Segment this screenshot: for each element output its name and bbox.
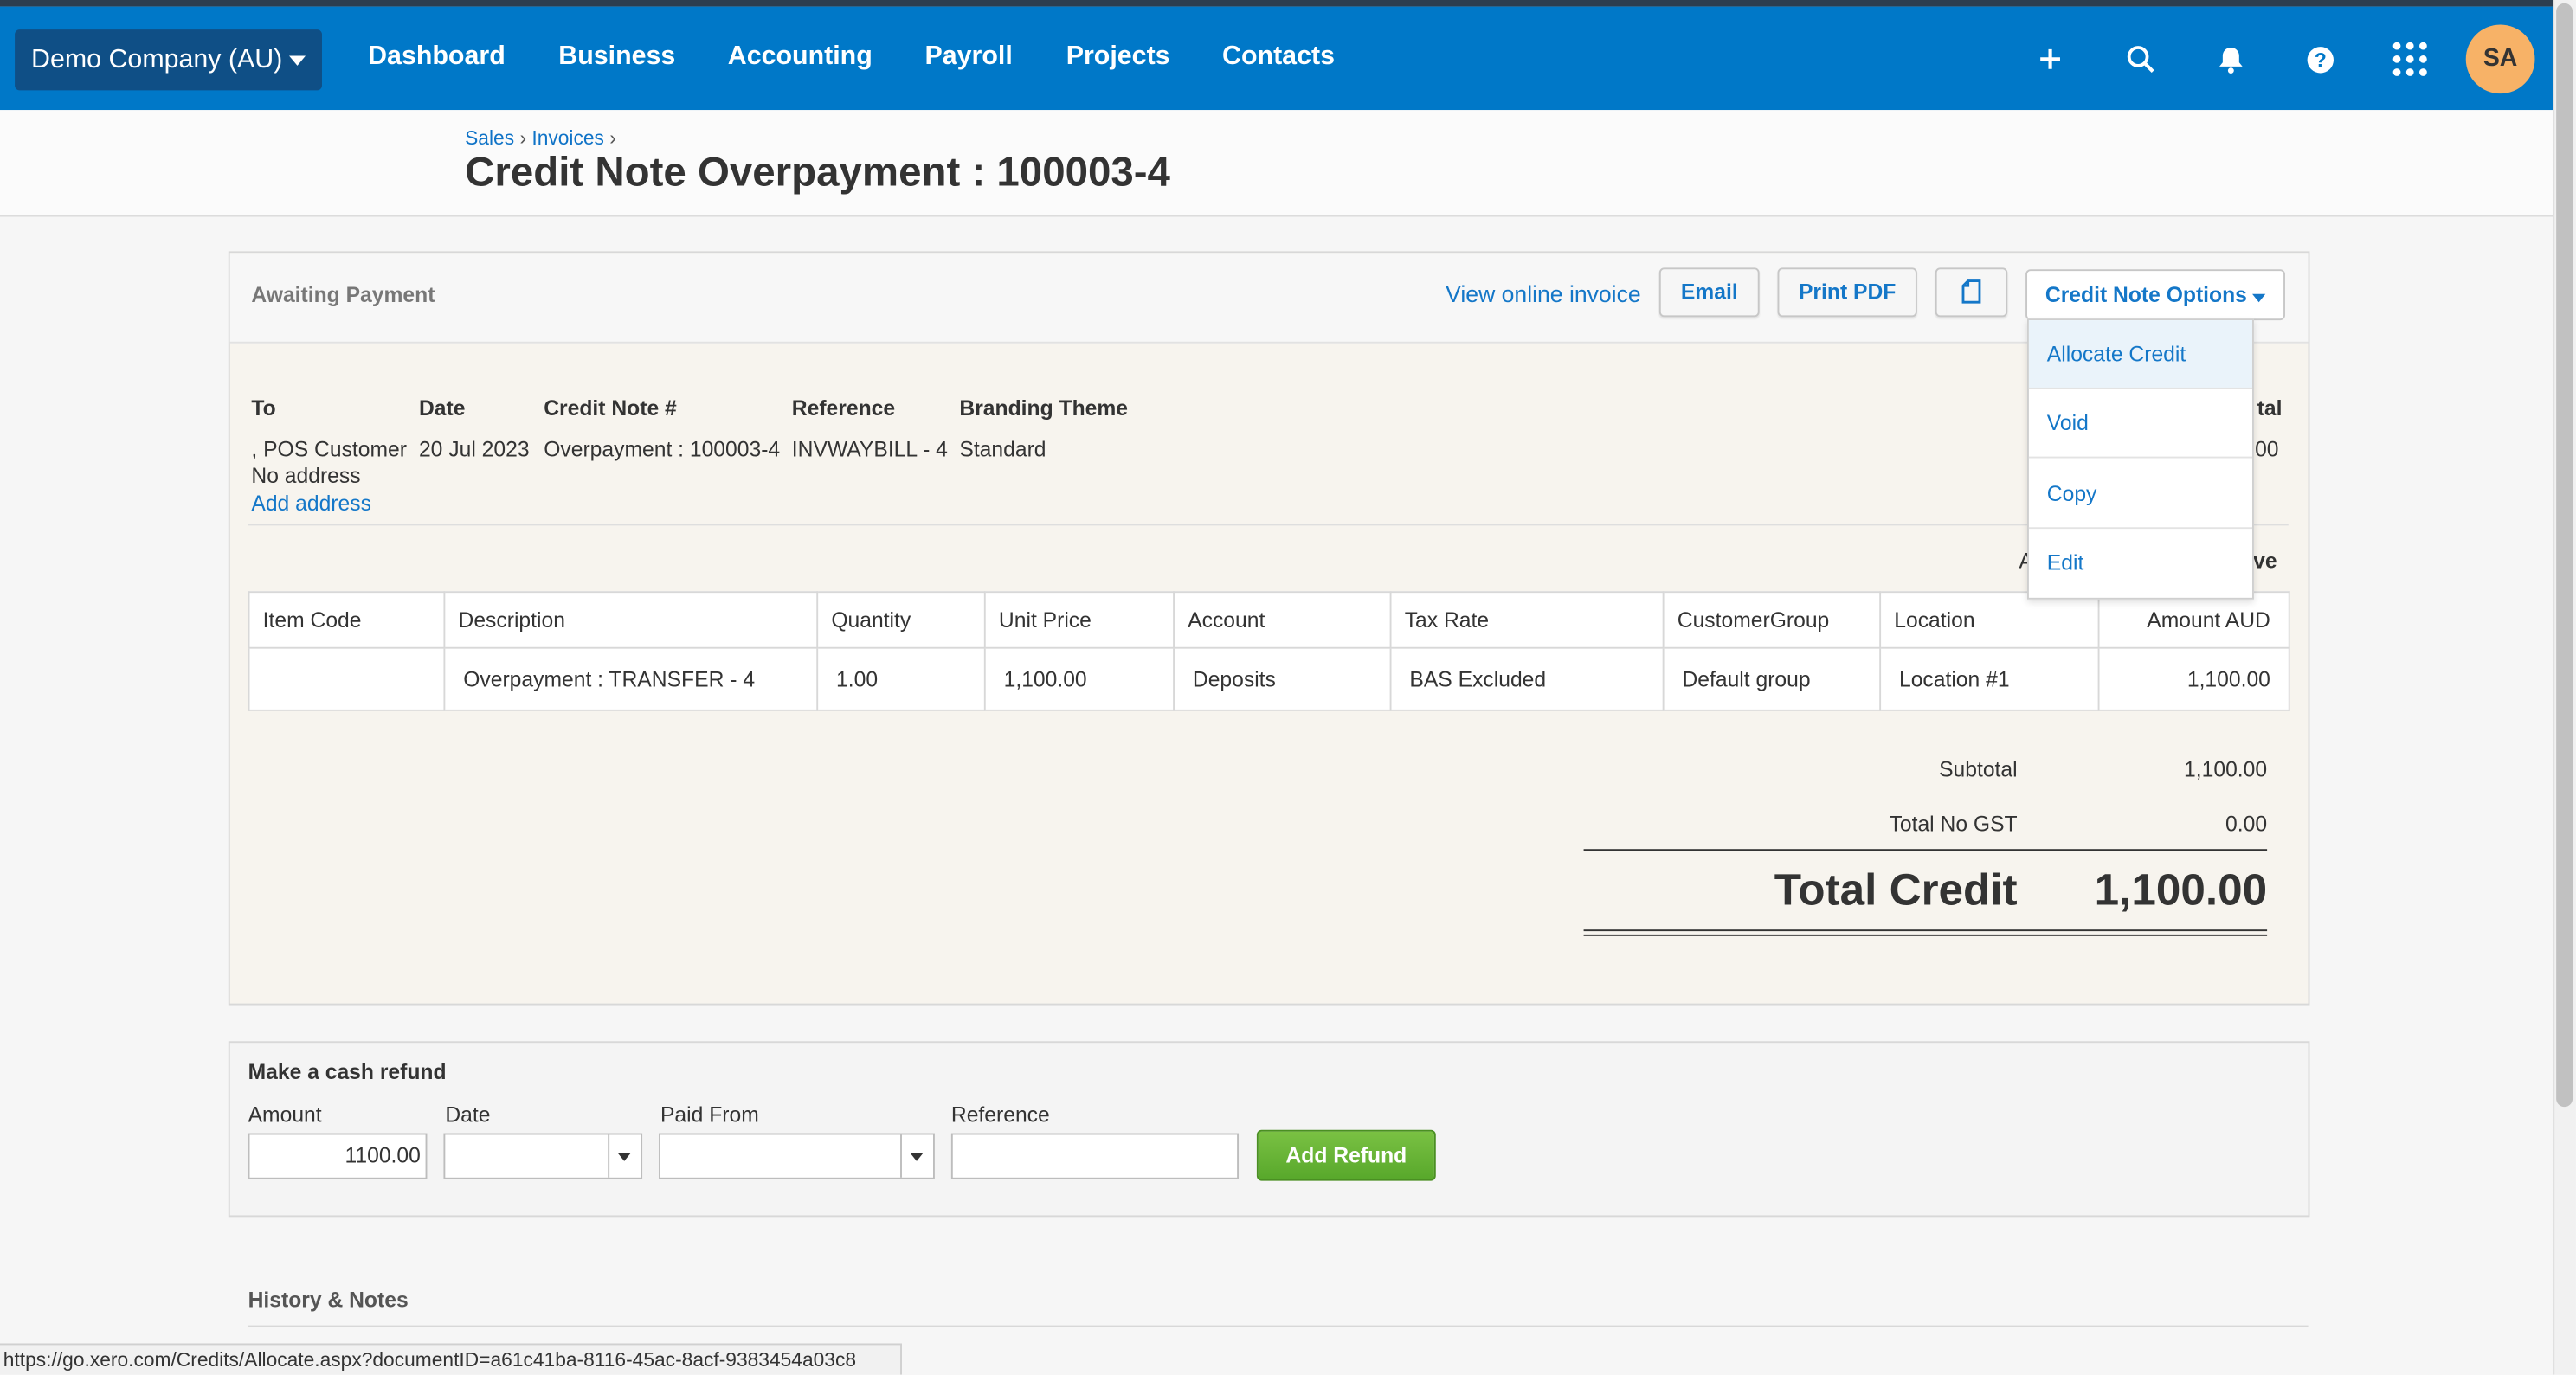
amount-label: Amount [248, 1102, 322, 1127]
location-cell[interactable]: Location #1 [1879, 646, 2100, 711]
top-stripe [0, 0, 2553, 7]
help-icon[interactable]: ? [2295, 35, 2344, 84]
reference-label: Reference [950, 1102, 1050, 1127]
branding-theme-label: Branding Theme [959, 395, 1129, 421]
quantity-cell[interactable]: 1.00 [816, 646, 986, 711]
email-button[interactable]: Email [1658, 267, 1760, 318]
chevron-down-icon [289, 55, 306, 66]
breadcrumb-separator: › [519, 126, 527, 150]
account-cell[interactable]: Deposits [1173, 646, 1392, 711]
credit-note-options-menu: Allocate Credit Void Copy Edit [2027, 318, 2254, 600]
menu-item-edit[interactable]: Edit [2029, 529, 2252, 598]
organisation-name: Demo Company (AU) [31, 46, 283, 74]
search-icon[interactable] [2116, 35, 2165, 84]
total-label-partial: tal [2257, 395, 2283, 421]
no-address-text: No address [251, 463, 361, 488]
nav-business[interactable]: Business [558, 42, 675, 72]
credit-note-number-value: Overpayment : 100003-4 [544, 436, 781, 462]
column-header: CustomerGroup [1662, 591, 1882, 649]
chevron-down-icon[interactable] [900, 1134, 933, 1178]
reference-label: Reference [791, 395, 896, 421]
amount-input[interactable]: 1100.00 [248, 1133, 428, 1179]
credit-note-number-label: Credit Note # [544, 395, 677, 421]
divider [248, 524, 2289, 526]
amount-cell[interactable]: 1,100.00 [2097, 646, 2290, 711]
date-label: Date [418, 395, 466, 421]
total-no-gst-value: 0.00 [2225, 811, 2268, 837]
subtotal-value: 1,100.00 [2184, 756, 2268, 782]
top-navbar: Demo Company (AU) Dashboard Business Acc… [0, 6, 2553, 111]
view-online-invoice-link[interactable]: View online invoice [1446, 281, 1641, 307]
plus-icon[interactable] [2025, 35, 2075, 84]
nav-dashboard[interactable]: Dashboard [368, 42, 506, 72]
column-header: Unit Price [983, 591, 1175, 649]
breadcrumb-separator: › [609, 126, 616, 150]
organisation-switcher[interactable]: Demo Company (AU) [15, 29, 322, 91]
credit-note-options-label: Credit Note Options [2045, 282, 2247, 307]
table-header-row: Item Code Description Quantity Unit Pric… [248, 591, 2290, 649]
user-avatar[interactable]: SA [2465, 24, 2535, 94]
line-items-table: Item Code Description Quantity Unit Pric… [248, 591, 2290, 711]
table-row[interactable]: Overpayment : TRANSFER - 4 1.00 1,100.00… [248, 646, 2290, 711]
tax-rate-cell[interactable]: BAS Excluded [1389, 646, 1665, 711]
breadcrumb-invoices[interactable]: Invoices [531, 126, 604, 150]
contact-link[interactable]: , POS Customer [251, 437, 407, 461]
menu-item-allocate-credit[interactable]: Allocate Credit [2028, 320, 2253, 389]
customer-group-cell[interactable]: Default group [1662, 646, 1882, 711]
unit-price-cell[interactable]: 1,100.00 [983, 646, 1175, 711]
totals-rule [1583, 849, 2268, 851]
chevron-down-icon[interactable] [608, 1134, 641, 1178]
nav-accounting[interactable]: Accounting [728, 42, 873, 72]
bell-icon[interactable] [2206, 35, 2256, 84]
menu-item-copy[interactable]: Copy [2028, 459, 2253, 530]
add-refund-button[interactable]: Add Refund [1256, 1129, 1436, 1181]
chevron-down-icon [2252, 293, 2266, 303]
column-header: Account [1173, 591, 1392, 649]
date-value: 20 Jul 2023 [418, 436, 530, 462]
page-header [0, 110, 2553, 217]
print-pdf-button[interactable]: Print PDF [1777, 267, 1917, 318]
column-header: Description [443, 591, 819, 649]
page-title: Credit Note Overpayment : 100003-4 [465, 149, 1170, 196]
reference-value: INVWAYBILL - 4 [791, 436, 948, 462]
add-address-link[interactable]: Add address [251, 491, 371, 515]
credit-note-options-button[interactable]: Credit Note Options [2025, 269, 2285, 321]
copy-document-button[interactable] [1935, 267, 2008, 318]
breadcrumb: Sales › Invoices › [465, 126, 616, 150]
total-no-gst-label: Total No GST [1889, 811, 2018, 837]
nav-projects[interactable]: Projects [1066, 42, 1170, 72]
browser-status-url: https://go.xero.com/Credits/Allocate.asp… [0, 1343, 902, 1375]
nav-contacts[interactable]: Contacts [1222, 42, 1335, 72]
column-header: Item Code [248, 591, 446, 649]
paid-from-label: Paid From [660, 1102, 759, 1127]
paid-from-select[interactable] [659, 1133, 935, 1179]
subtotal-label: Subtotal [1939, 756, 2018, 782]
reference-input[interactable] [950, 1133, 1240, 1179]
item-code-cell[interactable] [248, 646, 446, 711]
apps-grid-icon[interactable] [2386, 35, 2435, 84]
column-header: Amount AUD [2097, 591, 2290, 649]
svg-text:?: ? [2314, 48, 2326, 70]
branding-theme-value: Standard [959, 436, 1046, 462]
history-notes-heading: History & Notes [248, 1287, 409, 1313]
column-header: Location [1879, 591, 2100, 649]
column-header: Quantity [816, 591, 986, 649]
to-label: To [251, 395, 276, 421]
description-cell[interactable]: Overpayment : TRANSFER - 4 [443, 646, 819, 711]
date-label: Date [445, 1102, 491, 1127]
breadcrumb-sales[interactable]: Sales [465, 126, 514, 150]
menu-item-void[interactable]: Void [2028, 389, 2253, 459]
divider [248, 1325, 2309, 1327]
total-credit-value: 1,100.00 [2094, 865, 2268, 916]
column-header: Tax Rate [1389, 591, 1665, 649]
scrollbar-thumb[interactable] [2556, 3, 2573, 1108]
nav-payroll[interactable]: Payroll [925, 42, 1013, 72]
document-copy-icon [1961, 279, 1981, 304]
cash-refund-title: Make a cash refund [248, 1059, 447, 1084]
date-picker[interactable] [443, 1133, 643, 1179]
status-badge: Awaiting Payment [251, 282, 435, 307]
totals-double-rule [1583, 929, 2268, 936]
